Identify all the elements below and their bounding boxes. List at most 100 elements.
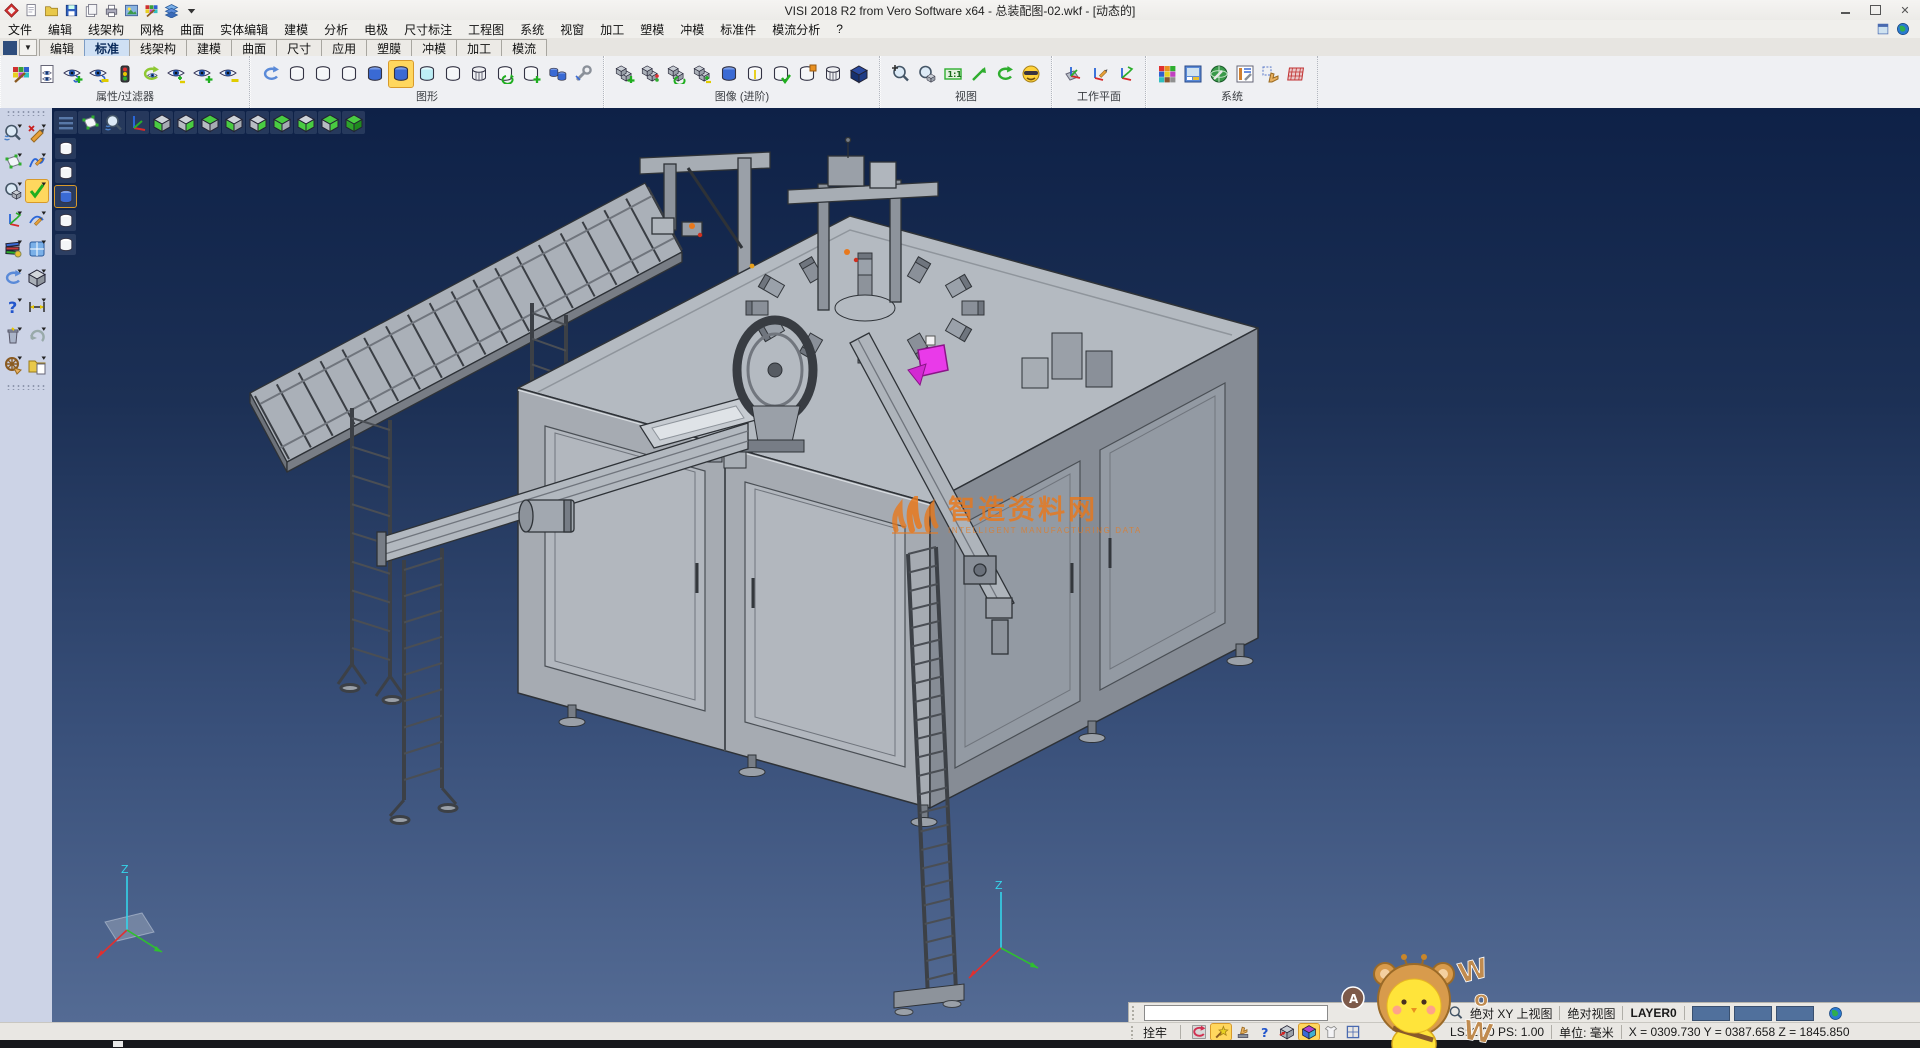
snap-lock-label[interactable]: 拴牢 xyxy=(1143,1024,1167,1041)
curve-pencil-icon[interactable] xyxy=(26,209,48,231)
vcube-2-icon[interactable] xyxy=(174,111,197,134)
stack-icon[interactable] xyxy=(83,2,100,18)
maximize-icon[interactable] xyxy=(1860,0,1890,20)
menu-item[interactable]: 实体编辑 xyxy=(212,20,276,38)
refresh-blue-icon[interactable] xyxy=(2,267,24,289)
shirt-icon[interactable] xyxy=(1321,1024,1341,1040)
cyl-blue-icon[interactable] xyxy=(363,61,387,87)
color-swatch[interactable] xyxy=(1692,1006,1730,1021)
menu-item[interactable]: 标准件 xyxy=(712,20,764,38)
plane-icon[interactable] xyxy=(2,151,24,173)
taskbar-app-icon[interactable] xyxy=(113,1041,123,1047)
vcube-5-icon[interactable] xyxy=(246,111,269,134)
eye-hook-minus-icon[interactable] xyxy=(87,61,111,87)
check-sel-icon[interactable] xyxy=(26,180,48,202)
vcube-6-icon[interactable] xyxy=(270,111,293,134)
menu-item[interactable]: 冲模 xyxy=(672,20,712,38)
menu-item[interactable]: 视窗 xyxy=(552,20,592,38)
cube-arrow-icon[interactable] xyxy=(1277,1024,1297,1040)
menu-item[interactable]: 文件 xyxy=(0,20,40,38)
vcube-1-icon[interactable] xyxy=(150,111,173,134)
hand-grid-icon[interactable] xyxy=(1259,61,1283,87)
cubes-refresh-icon[interactable] xyxy=(665,61,689,87)
cyl-outline-icon[interactable] xyxy=(337,61,361,87)
vcube-4-icon[interactable] xyxy=(222,111,245,134)
menu-item[interactable]: 曲面 xyxy=(172,20,212,38)
cyl-blue2-icon[interactable] xyxy=(717,61,741,87)
axes-plane-icon[interactable] xyxy=(1061,61,1085,87)
globe-icon[interactable] xyxy=(1828,1006,1843,1021)
cyl-pair-icon[interactable] xyxy=(545,61,569,87)
menu-item[interactable]: 网格 xyxy=(132,20,172,38)
color-grid-icon[interactable] xyxy=(1155,61,1179,87)
cube-navy-icon[interactable] xyxy=(847,61,871,87)
cyl-add-icon[interactable] xyxy=(519,61,543,87)
sidebar-drag-handle[interactable] xyxy=(6,110,46,116)
color-swatch[interactable] xyxy=(1776,1006,1814,1021)
menu-item[interactable]: 分析 xyxy=(316,20,356,38)
color-swatch[interactable] xyxy=(1734,1006,1772,1021)
eye-minus-icon[interactable] xyxy=(217,61,241,87)
undo-icon[interactable] xyxy=(26,325,48,347)
cyl-wire-icon[interactable] xyxy=(821,61,845,87)
axes-pencil-icon[interactable] xyxy=(1087,61,1111,87)
dropdown-icon[interactable] xyxy=(183,2,200,18)
eye-plus-icon[interactable] xyxy=(191,61,215,87)
plane-icon[interactable] xyxy=(78,111,101,134)
cube-purple-sel-icon[interactable] xyxy=(1299,1024,1319,1040)
cyl-outline-icon[interactable] xyxy=(55,162,76,183)
vcube-8-icon[interactable] xyxy=(318,111,341,134)
tab-线架构[interactable]: 线架构 xyxy=(129,39,187,56)
trash-icon[interactable] xyxy=(2,325,24,347)
wrench-blue-icon[interactable] xyxy=(571,61,595,87)
cyl-outline-icon[interactable] xyxy=(441,61,465,87)
cyl-refresh-icon[interactable] xyxy=(493,61,517,87)
zoom-speed-icon[interactable] xyxy=(102,111,125,134)
page-icon[interactable] xyxy=(23,2,40,18)
zoom-cubes-icon[interactable] xyxy=(915,61,939,87)
tab-应用[interactable]: 应用 xyxy=(321,39,367,56)
menu-item[interactable]: 编辑 xyxy=(40,20,80,38)
palette-brush-icon[interactable] xyxy=(9,61,33,87)
tab-尺寸[interactable]: 尺寸 xyxy=(276,39,322,56)
menu-item[interactable]: 尺寸标注 xyxy=(396,20,460,38)
layers-icon[interactable] xyxy=(163,2,180,18)
axes-arrow-icon[interactable] xyxy=(2,209,24,231)
visi-logo-icon[interactable] xyxy=(3,2,20,18)
hand-stamp-icon[interactable] xyxy=(1233,1024,1253,1040)
refresh-green-icon[interactable] xyxy=(993,61,1017,87)
one-to-one-icon[interactable]: 1:1 xyxy=(941,61,965,87)
cubes-add-icon[interactable] xyxy=(613,61,637,87)
tab-曲面[interactable]: 曲面 xyxy=(231,39,277,56)
zoom-plus-icon[interactable] xyxy=(889,61,913,87)
grid-red-icon[interactable] xyxy=(1285,61,1309,87)
cyl-wire-icon[interactable] xyxy=(467,61,491,87)
cyl-outline-icon[interactable] xyxy=(311,61,335,87)
image-icon[interactable] xyxy=(123,2,140,18)
tab-dropdown-icon[interactable]: ▼ xyxy=(19,39,37,56)
cyl-check-icon[interactable] xyxy=(769,61,793,87)
menu-item[interactable]: 系统 xyxy=(512,20,552,38)
cyl-corner-icon[interactable] xyxy=(795,61,819,87)
image-panel-icon[interactable] xyxy=(1181,61,1205,87)
cyl-outline-icon[interactable] xyxy=(55,138,76,159)
printer-icon[interactable] xyxy=(103,2,120,18)
wheel-hand-icon[interactable] xyxy=(2,354,24,376)
close-icon[interactable]: ✕ xyxy=(1890,0,1920,20)
layer-indicator[interactable]: LAYER0 xyxy=(1630,1006,1676,1020)
vcube-7-icon[interactable] xyxy=(294,111,317,134)
menu-lines-icon[interactable] xyxy=(54,111,77,134)
tab-冲模[interactable]: 冲模 xyxy=(411,39,457,56)
search-icon[interactable] xyxy=(1448,1005,1466,1021)
cyl-blue-sel-icon[interactable] xyxy=(389,61,413,87)
axes-arrow-icon[interactable] xyxy=(1113,61,1137,87)
cube-grey-icon[interactable] xyxy=(26,267,48,289)
question-icon[interactable]: ? xyxy=(2,296,24,318)
minimize-icon[interactable] xyxy=(1830,0,1860,20)
tab-模流[interactable]: 模流 xyxy=(501,39,547,56)
menu-item[interactable]: 加工 xyxy=(592,20,632,38)
zoom-cube-icon[interactable] xyxy=(2,180,24,202)
window-blue-icon[interactable] xyxy=(26,238,48,260)
refresh-eye-icon[interactable] xyxy=(139,61,163,87)
grid-frame-icon[interactable] xyxy=(1343,1024,1363,1040)
